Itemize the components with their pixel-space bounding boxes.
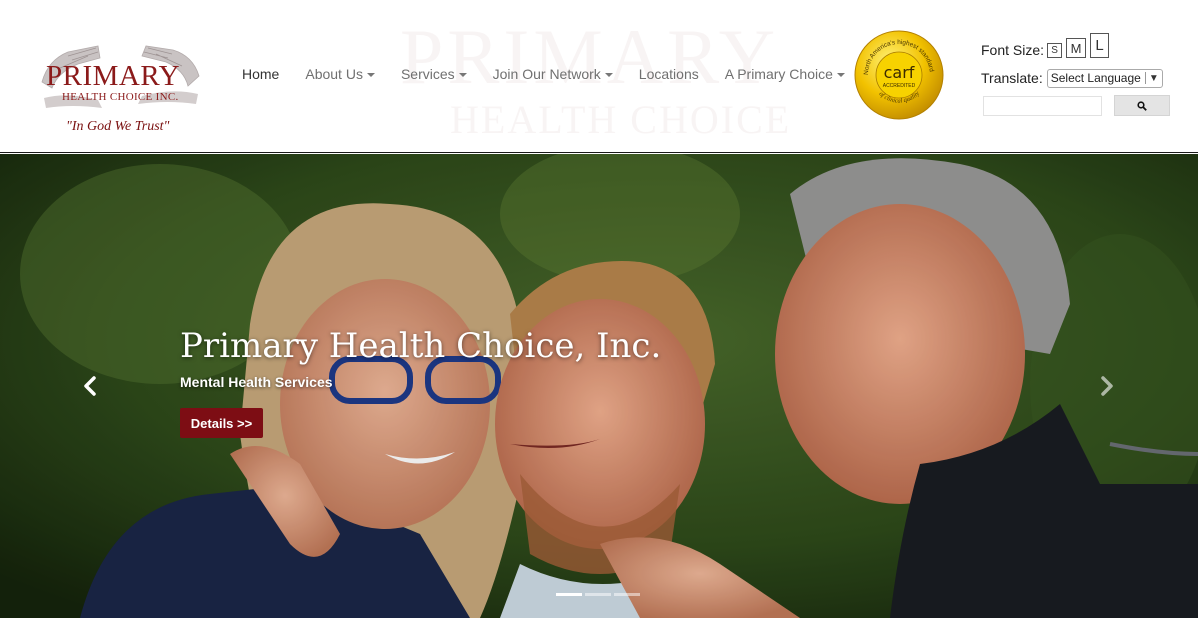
font-size-label: Font Size: (981, 42, 1045, 58)
watermark-primary: PRIMARY (400, 13, 780, 100)
logo-name: PRIMARY (46, 60, 181, 92)
nav-item-home[interactable]: Home (242, 66, 279, 82)
font-size-large-button[interactable]: L (1090, 33, 1110, 58)
carousel-prev-button[interactable] (78, 372, 102, 400)
search-bar (983, 95, 1170, 116)
dropdown-arrow-icon: ▼ (1148, 72, 1159, 84)
nav-item-label: Locations (638, 66, 699, 82)
search-button[interactable] (1114, 95, 1170, 116)
carousel-indicator-3[interactable] (614, 593, 640, 596)
badge-accredited-text: ACCREDITED (883, 83, 916, 89)
select-divider (1144, 72, 1146, 84)
hero-subtitle: Mental Health Services (180, 374, 333, 390)
main-nav: Home About Us Services Join Our Network … (242, 64, 871, 84)
translate-label: Translate: (981, 70, 1043, 86)
nav-item-label: About Us (305, 66, 363, 82)
carousel-indicator-2[interactable] (585, 593, 611, 596)
nav-item-about-us[interactable]: About Us (305, 66, 375, 82)
carousel-next-button[interactable] (1095, 372, 1119, 400)
chevron-right-icon (1101, 376, 1113, 396)
nav-item-label: Home (242, 66, 280, 82)
carousel-indicator-1[interactable] (556, 593, 582, 596)
carousel-indicators (556, 593, 643, 596)
nav-item-services[interactable]: Services (401, 66, 467, 82)
font-size-controls: Font Size: S M L (981, 30, 1113, 58)
logo-motto: "In God We Trust" (66, 119, 170, 134)
search-input[interactable] (983, 95, 1102, 116)
watermark-subtitle: HEALTH CHOICE INC. (450, 97, 792, 152)
badge-logo-text: carf (884, 63, 915, 82)
logo-subtitle: HEALTH CHOICE INC. (62, 91, 179, 103)
font-size-small-button[interactable]: S (1047, 43, 1063, 58)
nav-item-a-primary-choice[interactable]: A Primary Choice (725, 66, 845, 82)
nav-item-label: A Primary Choice (724, 66, 833, 82)
nav-item-label: Join Our Network (492, 66, 601, 82)
caret-down-icon (366, 72, 375, 77)
language-select-value: Select Language (1050, 71, 1141, 85)
translate-controls: Translate: Select Language ▼ (981, 68, 1163, 88)
caret-down-icon (604, 72, 613, 77)
nav-item-join-our-network[interactable]: Join Our Network (493, 66, 613, 82)
chevron-left-icon (84, 376, 96, 396)
site-logo[interactable]: PRIMARY HEALTH CHOICE INC. "In God We Tr… (38, 42, 203, 138)
details-button[interactable]: Details >> (180, 408, 263, 438)
carf-accreditation-badge[interactable]: North America's highest standard of clin… (854, 30, 944, 120)
hero-carousel: Primary Health Choice, Inc. Mental Healt… (0, 154, 1198, 618)
hero-title: Primary Health Choice, Inc. (180, 326, 662, 366)
nav-item-label: Services (400, 66, 455, 82)
caret-down-icon (836, 72, 845, 77)
search-icon (1137, 100, 1147, 111)
site-header: PRIMARY HEALTH CHOICE INC. PRIMARY HEALT… (0, 0, 1198, 153)
caret-down-icon (458, 72, 467, 77)
language-select[interactable]: Select Language ▼ (1046, 68, 1163, 88)
nav-item-locations[interactable]: Locations (639, 66, 699, 82)
font-size-medium-button[interactable]: M (1066, 38, 1087, 58)
